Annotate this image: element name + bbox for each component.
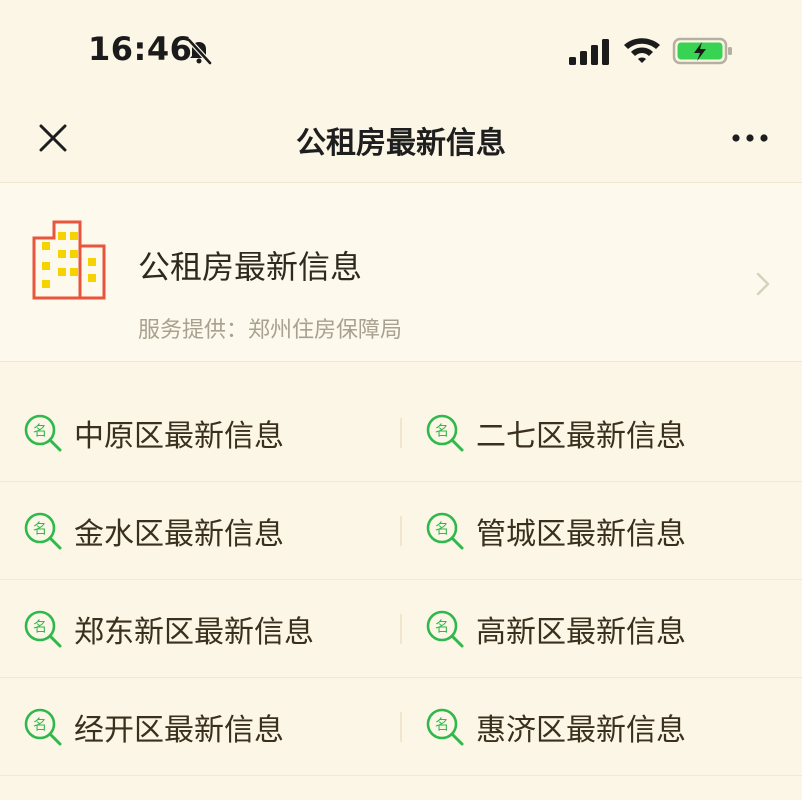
svg-text:名: 名 (435, 424, 449, 440)
district-row: 名 金水区最新信息 名 管城区最新信息 (0, 482, 802, 580)
signal-icon (569, 39, 609, 65)
name-search-icon: 名 (22, 706, 64, 748)
chevron-right-icon[interactable] (752, 270, 774, 298)
wifi-icon (624, 38, 660, 63)
district-item[interactable]: 名 高新区最新信息 (402, 580, 802, 678)
district-label: 经开区最新信息 (74, 713, 284, 748)
column-divider (400, 516, 402, 546)
svg-text:名: 名 (435, 620, 449, 636)
district-row: 名 经开区最新信息 名 惠济区最新信息 (0, 678, 802, 776)
svg-text:名: 名 (33, 424, 47, 440)
service-provider: 服务提供：郑州住房保障局 (138, 318, 403, 343)
district-item[interactable]: 名 经开区最新信息 (0, 678, 400, 776)
svg-text:名: 名 (33, 522, 47, 538)
district-label: 高新区最新信息 (476, 615, 686, 650)
district-label: 二七区最新信息 (476, 419, 686, 454)
district-row: 名 中原区最新信息 名 二七区最新信息 (0, 384, 802, 482)
status-time: 16:46 (88, 30, 193, 68)
district-label: 中原区最新信息 (74, 419, 284, 454)
column-divider (400, 614, 402, 644)
building-icon (32, 220, 106, 300)
district-grid: 名中原区最新信息名二七区最新信息名金水区最新信息名管城区最新信息名郑东新区最新信… (0, 384, 802, 776)
name-search-icon: 名 (424, 412, 466, 454)
district-label: 惠济区最新信息 (476, 713, 686, 748)
name-search-icon: 名 (22, 608, 64, 650)
bell-slash-icon (187, 38, 212, 65)
district-item[interactable]: 名 惠济区最新信息 (402, 678, 802, 776)
district-item[interactable]: 名 金水区最新信息 (0, 482, 400, 580)
name-search-icon: 名 (424, 510, 466, 552)
svg-text:名: 名 (435, 522, 449, 538)
name-search-icon: 名 (22, 412, 64, 454)
name-search-icon: 名 (22, 510, 64, 552)
svg-text:名: 名 (33, 718, 47, 734)
battery-charging-icon (672, 37, 732, 65)
name-search-icon: 名 (424, 706, 466, 748)
service-name: 公租房最新信息 (138, 248, 363, 286)
more-icon[interactable] (730, 128, 770, 148)
district-item[interactable]: 名 中原区最新信息 (0, 384, 400, 482)
page-title: 公租房最新信息 (296, 126, 506, 161)
svg-text:名: 名 (33, 620, 47, 636)
district-row: 名 郑东新区最新信息 名 高新区最新信息 (0, 580, 802, 678)
district-label: 金水区最新信息 (74, 517, 284, 552)
district-label: 管城区最新信息 (476, 517, 686, 552)
district-item[interactable]: 名 郑东新区最新信息 (0, 580, 400, 678)
district-item[interactable]: 名 管城区最新信息 (402, 482, 802, 580)
column-divider (400, 712, 402, 742)
column-divider (400, 418, 402, 448)
svg-text:名: 名 (435, 718, 449, 734)
district-label: 郑东新区最新信息 (74, 615, 314, 650)
name-search-icon: 名 (424, 608, 466, 650)
district-item[interactable]: 名 二七区最新信息 (402, 384, 802, 482)
